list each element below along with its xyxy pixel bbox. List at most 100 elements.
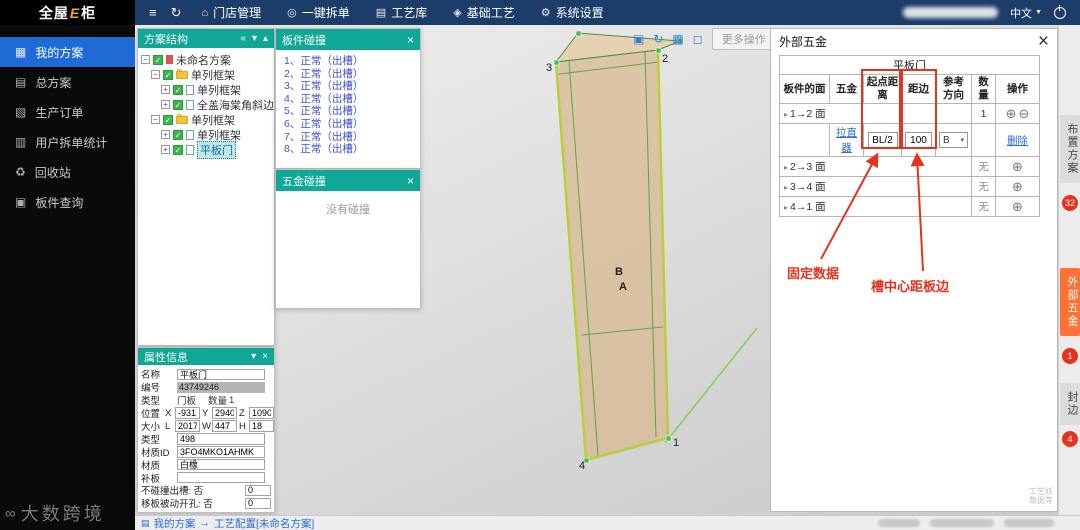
- collision-item[interactable]: 1、正常（出槽）: [284, 55, 412, 68]
- collision-item[interactable]: 3、正常（出槽）: [284, 80, 412, 93]
- add-hardware-icon[interactable]: ⊕: [1006, 106, 1017, 121]
- checkbox-checked[interactable]: ✓: [163, 114, 173, 125]
- properties-header[interactable]: 属性信息 ▾ ×: [138, 348, 274, 365]
- tree-item-frame-1[interactable]: − ✓ 单列框架: [141, 67, 271, 82]
- length-field[interactable]: [175, 420, 200, 432]
- z-field[interactable]: [249, 407, 274, 419]
- close-icon[interactable]: ×: [262, 351, 268, 362]
- add-hardware-icon[interactable]: ⊕: [1012, 179, 1023, 194]
- height-field[interactable]: [249, 420, 274, 432]
- move-hole-field[interactable]: [245, 497, 271, 510]
- user-name-blurred[interactable]: [903, 7, 999, 18]
- nav-process-library[interactable]: ▤ 工艺库: [376, 4, 427, 21]
- nav-system-settings[interactable]: ⚙ 系统设置: [541, 4, 604, 21]
- x-field[interactable]: [175, 407, 200, 419]
- board-collision-header[interactable]: 板件碰撞 ×: [276, 29, 420, 50]
- tree-item-bevel-door[interactable]: + ✓ 全盖海棠角斜边门: [141, 97, 285, 112]
- expander-icon[interactable]: +: [161, 130, 170, 139]
- nav-store-management[interactable]: ⌂ 门店管理: [202, 4, 262, 21]
- face-group-cell[interactable]: ▸ 2→3 面: [779, 156, 972, 178]
- collision-item[interactable]: 6、正常（出槽）: [284, 118, 412, 131]
- menu-icon[interactable]: ≡: [149, 5, 157, 20]
- logout-power-icon[interactable]: [1054, 4, 1066, 19]
- add-hardware-icon[interactable]: ⊕: [1012, 159, 1023, 174]
- expander-icon[interactable]: −: [151, 115, 160, 124]
- material-field[interactable]: [177, 458, 265, 471]
- tree-item-frame-1-1[interactable]: + ✓ 单列框架: [141, 82, 271, 97]
- face-ops: ⊕ ⊖: [995, 103, 1040, 125]
- sidebar-item-recycle-bin[interactable]: ♻ 回收站: [0, 157, 135, 187]
- tab-external-hardware[interactable]: 外部五金: [1060, 268, 1080, 336]
- expander-icon[interactable]: +: [161, 85, 170, 94]
- fullscreen-icon[interactable]: ◻: [693, 32, 703, 46]
- tab-layout-plan[interactable]: 布置方案: [1060, 115, 1080, 183]
- snapshot-icon[interactable]: ▣: [633, 32, 644, 46]
- add-hardware-icon[interactable]: ⊕: [1012, 199, 1023, 214]
- query-icon: ▣: [15, 195, 27, 209]
- tree-item-flat-door-selected[interactable]: + ✓ 平板门: [141, 140, 271, 159]
- chevron-up-icon[interactable]: ▴: [263, 33, 268, 44]
- tree-item-frame-2[interactable]: − ✓ 单列框架: [141, 112, 271, 127]
- face-group-cell[interactable]: ▸ 3→4 面: [779, 176, 972, 198]
- type2-field[interactable]: [177, 433, 265, 445]
- prop-row-code: 编号 43749246: [141, 381, 271, 394]
- breadcrumb-process-config[interactable]: 工艺配置[未命名方案]: [214, 516, 314, 530]
- start-distance-input[interactable]: [867, 132, 898, 149]
- expander-icon[interactable]: +: [161, 145, 170, 154]
- nav-basic-process[interactable]: ◈ 基础工艺: [453, 4, 514, 21]
- sidebar-item-user-split-stats[interactable]: ▥ 用户拆单统计: [0, 127, 135, 157]
- checkbox-checked[interactable]: ✓: [163, 69, 173, 80]
- sidebar-item-board-query[interactable]: ▣ 板件查询: [0, 187, 135, 217]
- checkbox-checked[interactable]: ✓: [173, 99, 183, 110]
- remove-hardware-icon[interactable]: ⊖: [1019, 106, 1030, 121]
- face-group-cell[interactable]: ▸ 4→1 面: [779, 196, 972, 218]
- close-icon[interactable]: ×: [407, 34, 414, 46]
- sidebar-item-production-orders[interactable]: ▧ 生产订单: [0, 97, 135, 127]
- edge-distance-input[interactable]: [905, 132, 932, 149]
- refresh-icon[interactable]: ↻: [171, 5, 182, 21]
- checkbox-checked[interactable]: ✓: [173, 144, 183, 155]
- sidebar-item-all-plans[interactable]: ▤ 总方案: [0, 67, 135, 97]
- tab-edge-banding[interactable]: 封边: [1060, 383, 1080, 425]
- reset-view-icon[interactable]: ↻: [653, 32, 663, 46]
- sidebar-item-my-plans[interactable]: ▦ 我的方案: [0, 37, 135, 67]
- hardware-collision-header[interactable]: 五金碰撞 ×: [276, 170, 420, 191]
- tree-item-root[interactable]: − ✓ 未命名方案: [141, 52, 271, 67]
- close-icon[interactable]: ×: [407, 175, 414, 187]
- face-group-cell[interactable]: ▸ 1→2 面: [779, 103, 972, 125]
- move-hole-label: 移板被动开孔: 否: [141, 499, 213, 511]
- expander-icon[interactable]: −: [151, 70, 160, 79]
- collapse-icon[interactable]: «: [240, 33, 246, 44]
- patch-field[interactable]: [177, 471, 265, 484]
- name-field[interactable]: [177, 368, 265, 381]
- properties-panel: 属性信息 ▾ × 名称 编号 43749246 类型 门板 数量 1 位置 X: [137, 347, 275, 513]
- collision-item[interactable]: 7、正常（出槽）: [284, 131, 412, 144]
- collision-item[interactable]: 5、正常（出槽）: [284, 105, 412, 118]
- collision-item[interactable]: 8、正常（出槽）: [284, 143, 412, 156]
- collision-item[interactable]: 2、正常（出槽）: [284, 68, 412, 81]
- collision-item[interactable]: 4、正常（出槽）: [284, 93, 412, 106]
- delete-link[interactable]: 删除: [1007, 135, 1028, 147]
- width-field[interactable]: [212, 420, 237, 432]
- expander-icon[interactable]: +: [161, 100, 170, 109]
- checkbox-checked[interactable]: ✓: [173, 129, 183, 140]
- checkbox-checked[interactable]: ✓: [173, 84, 183, 95]
- col-operation: 操作: [995, 73, 1040, 105]
- checkbox-checked[interactable]: ✓: [153, 54, 163, 65]
- material-id-field[interactable]: [177, 446, 265, 458]
- y-field[interactable]: [212, 407, 237, 419]
- close-icon[interactable]: ×: [1038, 32, 1049, 51]
- statusbar-blurred-items: [878, 519, 1080, 527]
- language-selector[interactable]: 中文 ▼: [1010, 5, 1042, 21]
- breadcrumb-my-plans[interactable]: 我的方案: [154, 516, 196, 530]
- grid-view-icon[interactable]: ▦: [672, 32, 683, 46]
- no-slot-field[interactable]: [245, 484, 271, 497]
- structure-panel-header[interactable]: 方案结构 « ▾ ▴: [138, 29, 274, 48]
- hardware-collision-title: 五金碰撞: [282, 175, 326, 188]
- direction-select[interactable]: B ▾: [939, 132, 968, 149]
- chevron-down-icon[interactable]: ▾: [251, 351, 256, 362]
- nav-one-key-split[interactable]: ◎ 一键拆单: [287, 4, 350, 21]
- expander-icon[interactable]: −: [141, 55, 150, 64]
- straightener-link[interactable]: 拉直器: [836, 127, 857, 154]
- chevron-down-icon[interactable]: ▾: [252, 33, 257, 44]
